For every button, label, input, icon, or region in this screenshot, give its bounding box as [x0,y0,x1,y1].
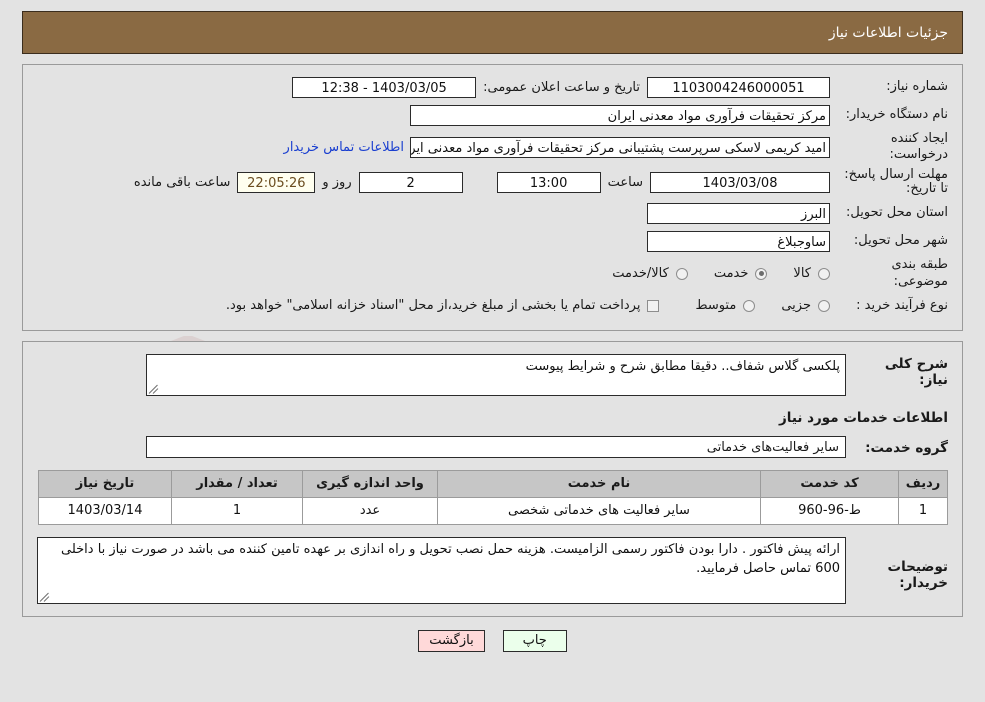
service-group-label: گروه خدمت: [865,439,948,456]
remaining-days-label: روز و [322,174,352,190]
province-field[interactable]: البرز [647,202,830,224]
row-province: استان محل تحویل: البرز [23,201,962,225]
radio-icon[interactable] [818,267,830,280]
table-header-code: کد خدمت [760,469,899,498]
general-description-text: پلکسی گلاس شفاف.. دقیقا مطابق شرح و شرای… [525,358,840,374]
need-number-field[interactable]: 1103004246000051 [647,76,830,98]
buyer-notes-label: توضیحات خریدار: [887,558,948,591]
services-table: ردیف کد خدمت نام خدمت واحد اندازه گیری ت… [38,469,948,525]
row-city: شهر محل تحویل: ساوجبلاغ [23,229,962,253]
public-announce-label: تاریخ و ساعت اعلان عمومی: [483,79,640,95]
need-number-label: شماره نیاز: [886,78,948,94]
row-category: طبقه بندی موضوعی: کالا خدمت کالا/خدمت [23,257,962,290]
buyer-notes-textarea[interactable]: ارائه پیش فاکتور . دارا بودن فاکتور رسمی… [37,536,846,604]
row-buyer-notes: توضیحات خریدار: ارائه پیش فاکتور . دارا … [23,536,962,604]
row-buyer-org: نام دستگاه خریدار: مرکز تحقیقات فرآوری م… [23,103,962,127]
category-option-goods-service[interactable]: کالا/خدمت [612,266,688,281]
deadline-time-field[interactable]: 13:00 [496,171,601,193]
category-option-goods[interactable]: کالا [793,266,830,281]
process-option-medium[interactable]: متوسط [695,298,756,314]
table-header-name: نام خدمت [437,469,761,498]
table-header-row: ردیف کد خدمت نام خدمت واحد اندازه گیری ت… [38,469,948,498]
category-option-goods-label: کالا [793,266,811,282]
row-process-type: نوع فرآیند خرید : جزیی متوسط پرداخت تمام… [23,294,962,318]
footer-actions: چاپ بازگشت [0,629,985,652]
table-header-unit: واحد اندازه گیری [302,469,438,498]
row-requester: ایجاد کننده درخواست: امید کریمی لاسکی سر… [23,131,962,164]
buyer-org-field[interactable]: مرکز تحقیقات فرآوری مواد معدنی ایران [410,104,830,126]
requester-field[interactable]: امید کریمی لاسکی سرپرست پشتیبانی مرکز تح… [410,136,830,158]
cell-date: 1403/03/14 [38,496,172,525]
radio-icon[interactable] [818,299,830,312]
process-option-minor[interactable]: جزیی [781,298,830,313]
cell-row-no: 1 [898,496,948,525]
process-option-medium-label: متوسط [695,298,737,314]
cell-qty: 1 [171,496,303,525]
requester-label: ایجاد کننده درخواست: [889,131,948,163]
resize-handle-icon[interactable] [148,384,159,394]
countdown-field: 22:05:26 [237,171,316,193]
buyer-notes-text: ارائه پیش فاکتور . دارا بودن فاکتور رسمی… [60,541,840,576]
deadline-time-label: ساعت [607,174,643,190]
city-label: شهر محل تحویل: [853,233,948,249]
table-header-qty: تعداد / مقدار [171,469,303,498]
radio-icon[interactable] [675,267,688,280]
services-table-wrap: ردیف کد خدمت نام خدمت واحد اندازه گیری ت… [23,469,962,525]
cell-code: ط-96-960 [760,496,899,525]
deadline-label: مهلت ارسال پاسخ: تا تاریخ: [844,166,948,197]
page-title: جزئیات اطلاعات نیاز [828,24,948,41]
treasury-bond-checkbox[interactable] [647,299,660,312]
treasury-bond-note: پرداخت تمام یا بخشی از مبلغ خرید،از محل … [225,298,641,314]
print-button[interactable]: چاپ [502,629,567,652]
page-header: جزئیات اطلاعات نیاز [22,11,963,54]
process-type-label: نوع فرآیند خرید : [856,297,948,313]
deadline-date-field[interactable]: 1403/03/08 [650,171,830,193]
city-field[interactable]: ساوجبلاغ [647,230,830,252]
row-service-group: گروه خدمت: سایر فعالیت‌های خدماتی [23,435,962,458]
need-info-panel: شماره نیاز: 1103004246000051 تاریخ و ساع… [22,64,963,331]
cell-name: سایر فعالیت های خدماتی شخصی [437,496,761,525]
table-row: 1 ط-96-960 سایر فعالیت های خدماتی شخصی ع… [38,496,948,525]
remaining-days-field[interactable]: 2 [358,171,463,193]
row-need-number: شماره نیاز: 1103004246000051 تاریخ و ساع… [23,75,962,99]
back-button[interactable]: بازگشت [418,629,485,652]
category-option-service[interactable]: خدمت [714,266,768,281]
row-deadline: مهلت ارسال پاسخ: تا تاریخ: 1403/03/08 سا… [23,166,962,198]
general-description-textarea[interactable]: پلکسی گلاس شفاف.. دقیقا مطابق شرح و شرای… [146,353,846,396]
radio-icon[interactable] [743,299,756,312]
buyer-org-label: نام دستگاه خریدار: [845,106,948,122]
process-type-radio-group: جزیی متوسط [669,298,830,313]
row-general-description: شرح کلی نیاز: پلکسی گلاس شفاف.. دقیقا مط… [23,353,962,396]
need-description-panel: شرح کلی نیاز: پلکسی گلاس شفاف.. دقیقا مط… [22,340,963,617]
province-label: استان محل تحویل: [846,205,948,221]
category-label: طبقه بندی موضوعی: [891,257,949,289]
process-option-minor-label: جزیی [781,298,811,314]
resize-handle-icon[interactable] [39,592,50,602]
general-description-label: شرح کلی نیاز: [884,355,948,388]
services-section-title: اطلاعات خدمات مورد نیاز [778,409,948,426]
radio-icon[interactable] [755,267,768,280]
table-header-date: تاریخ نیاز [38,469,172,498]
public-announce-field[interactable]: 1403/03/05 - 12:38 [292,76,477,98]
category-option-service-label: خدمت [713,266,749,282]
table-header-row-no: ردیف [898,469,948,498]
countdown-label: ساعت باقی مانده [133,174,231,190]
service-group-field[interactable]: سایر فعالیت‌های خدماتی [146,435,846,458]
category-radio-group: کالا خدمت کالا/خدمت [586,266,830,281]
cell-unit: عدد [302,496,438,525]
buyer-contact-link[interactable]: اطلاعات تماس خریدار [284,140,410,155]
category-option-goods-service-label: کالا/خدمت [612,266,669,282]
